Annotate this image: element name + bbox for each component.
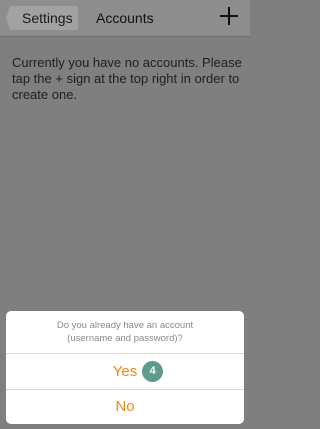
no-button-label: No — [115, 398, 135, 415]
back-button[interactable]: Settings — [6, 6, 78, 30]
no-button[interactable]: No — [6, 390, 244, 424]
action-sheet-title-line-2: (username and password)? — [67, 333, 183, 344]
action-sheet-title-line-1: Do you already have an account — [56, 320, 194, 331]
plus-icon — [220, 7, 238, 25]
back-button-label: Settings — [22, 10, 73, 26]
action-sheet-title: Do you already have an account (username… — [6, 311, 244, 353]
no-accounts-message: Currently you have no accounts. Please t… — [12, 55, 242, 102]
add-account-button[interactable] — [218, 5, 240, 27]
navigation-bar: Settings Accounts — [0, 0, 250, 37]
page-title: Accounts — [96, 10, 154, 26]
yes-button[interactable]: Yes 4 — [6, 354, 244, 389]
action-sheet: Do you already have an account (username… — [6, 311, 244, 424]
step-badge: 4 — [142, 361, 163, 382]
yes-button-label: Yes — [112, 363, 138, 380]
